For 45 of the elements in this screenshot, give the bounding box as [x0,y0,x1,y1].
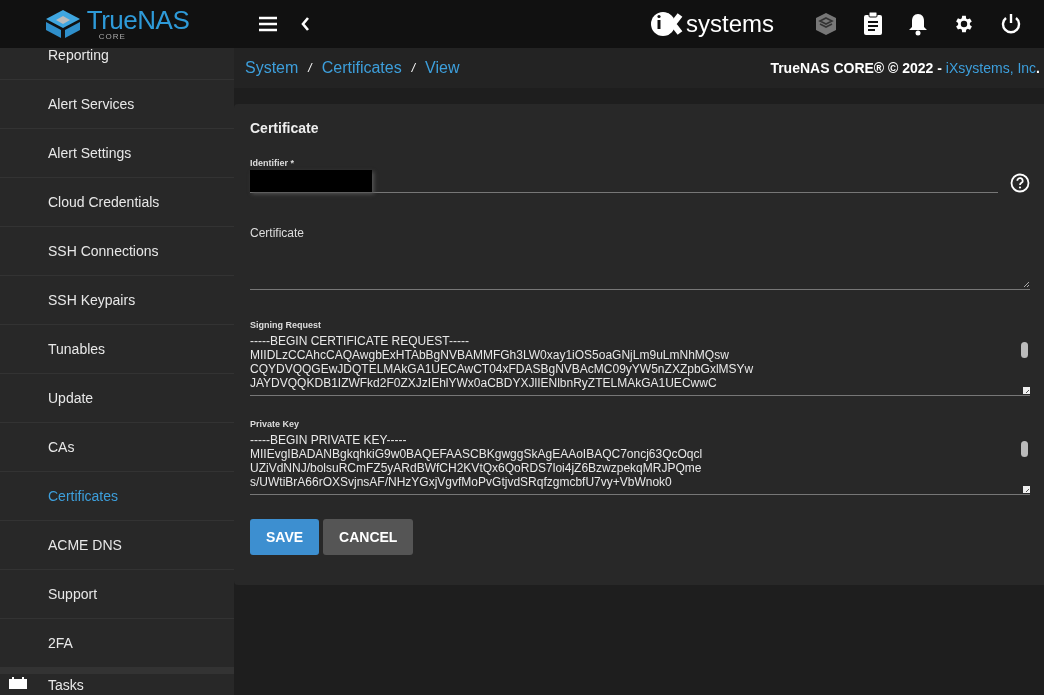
sidebar-item[interactable]: 2FA [0,619,234,668]
code-line: MIIEvgIBADANBgkqhkiG9w0BAQEFAASCBKgwggSkAgEAAoIBAQC7oncj63QcOqcl [250,447,703,461]
field-label: Identifier * [250,158,294,168]
breadcrumb-link[interactable]: Certificates [321,59,402,77]
menu-icon[interactable] [258,16,278,32]
resize-grip-icon [1023,281,1030,288]
calendar-icon [8,677,28,689]
sidebar-item[interactable]: Support [0,570,234,619]
vendor-name: systems [686,10,774,38]
resize-grip-icon [1023,387,1030,394]
resize-grip-icon [1023,486,1030,493]
brand-edition: CORE [98,33,126,41]
code-line: CQYDVQQGEwJDQTELMAkGA1UECAwCT04xFDASBgNVBAcMC09yYW5nZXZpbGxlMSYw [250,362,754,376]
scrollbar-thumb[interactable] [1021,441,1028,457]
breadcrumb-link[interactable]: System [245,59,299,77]
code-line: UZiVdNNJ/bolsuRCmFZ5yARdBWfCH2KVtQx6QoRDS7loi4jZ6BzwzpekqMRJPQme [250,461,702,475]
field-label: Certificate [250,226,305,240]
code-line: JAYDVQQKDB1IZWFkd2F0ZXJzIEhlYWx0aCBDYXJlIENlbnRyZTELMAkGA1UECwwC [250,376,717,390]
field-label: Signing Request [250,320,321,330]
code-line: -----BEGIN CERTIFICATE REQUEST----- [250,334,469,348]
help-icon[interactable] [1010,173,1030,193]
scrollbar-thumb[interactable] [1021,342,1028,358]
clipboard-icon[interactable] [863,12,883,36]
brand-name: TrueNAS [86,7,190,33]
cancel-button[interactable]: CANCEL [323,519,414,555]
breadcrumb-separator: / [308,61,312,75]
bell-icon[interactable] [908,12,928,36]
vendor-logo-icon [650,11,684,37]
breadcrumb-link[interactable]: View [425,59,460,77]
sidebar-section[interactable]: Tasks [0,668,234,695]
code-line: -----BEGIN PRIVATE KEY----- [250,433,407,447]
breadcrumb-separator: / [411,61,416,75]
copyright-text: TrueNAS CORE® © 2022 - iXsystems, Inc. [770,60,1040,76]
identifier-field[interactable] [250,170,998,193]
code-line: MIIDLzCCAhcCAQAwgbExHTAbBgNVBAMMFGh3LW0xay1iOS5oaGNjLm9uLmNhMQsw [250,348,729,362]
logo-icon [44,9,81,39]
settings-icon[interactable] [953,13,975,35]
power-icon[interactable] [1000,13,1022,35]
card-title: Certificate [250,120,320,136]
code-field[interactable] [250,433,1030,495]
cube-icon[interactable] [814,12,838,36]
field-label: Private Key [250,419,300,429]
code-field[interactable] [250,334,1030,396]
chevron-left-icon[interactable] [300,16,310,32]
code-line: s/UWtiBrA66rOXSvjnsAF/NHzYGxjVgvfMoPvGtjvdSRqfzgmcbfU7vy+VbWnok0 [250,475,672,489]
